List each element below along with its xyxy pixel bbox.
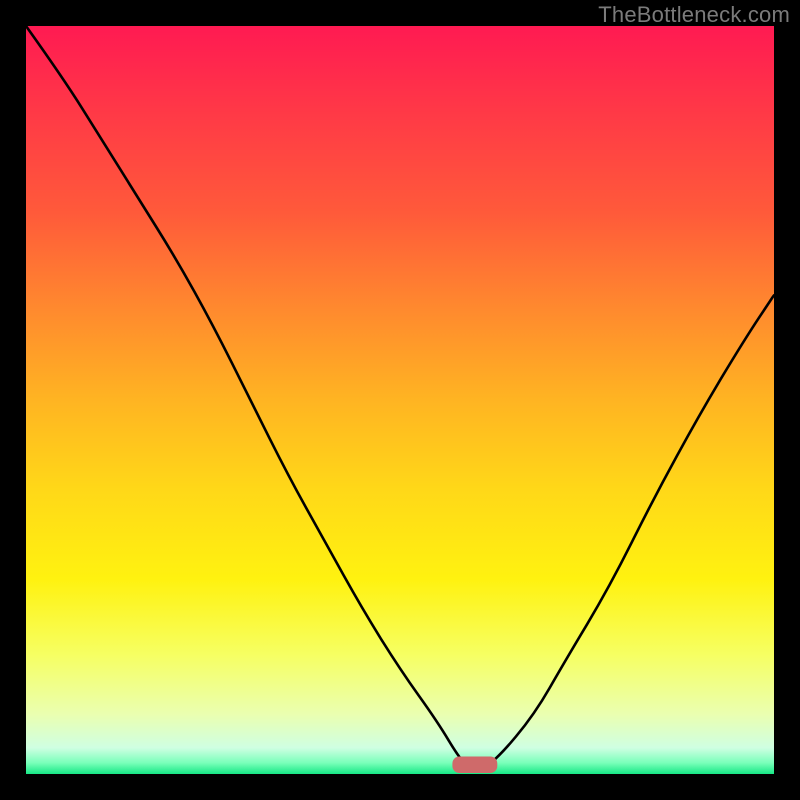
gradient-background: [26, 26, 774, 774]
plot-area: [26, 26, 774, 774]
chart-svg: [26, 26, 774, 774]
chart-frame: TheBottleneck.com: [0, 0, 800, 800]
watermark-label: TheBottleneck.com: [598, 2, 790, 28]
optimum-marker: [452, 757, 497, 774]
